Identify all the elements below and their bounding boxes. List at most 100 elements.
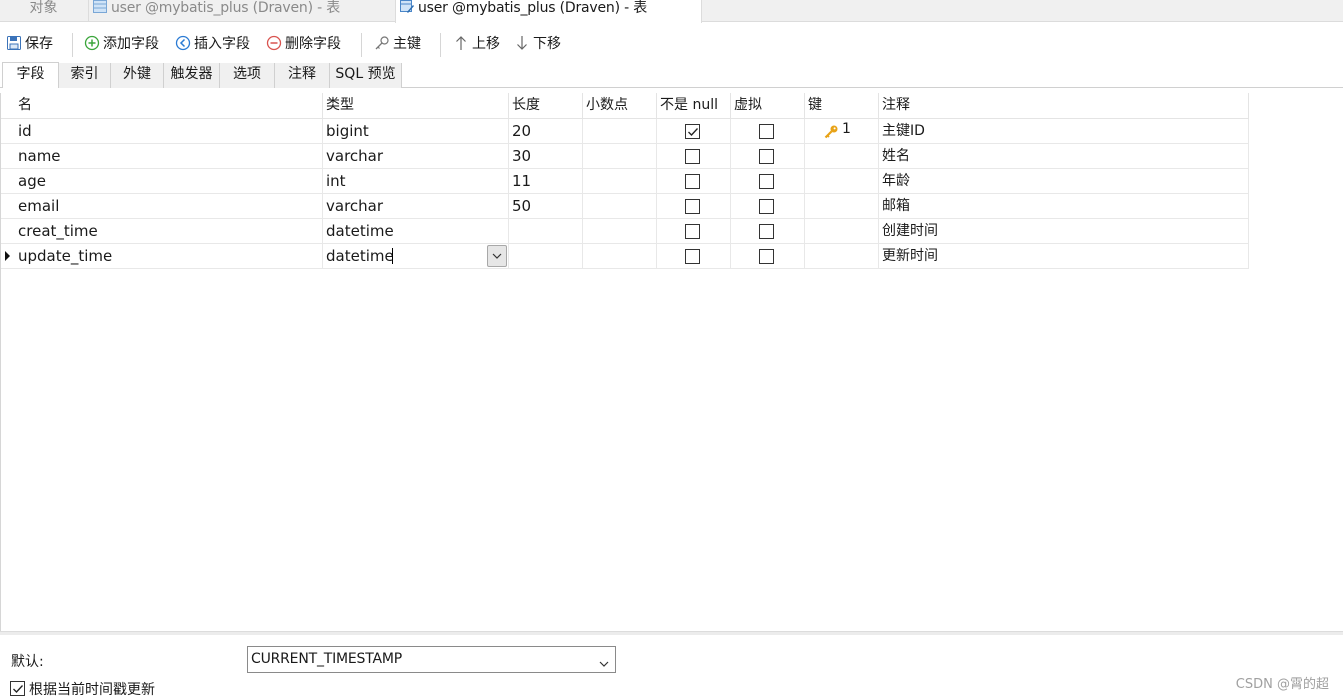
not-null-checkbox[interactable] [685, 149, 700, 164]
field-length-cell[interactable] [509, 219, 583, 244]
key-cell[interactable] [805, 244, 879, 269]
tab-objects-label: 对象 [29, 0, 58, 16]
field-name-cell[interactable]: age [15, 169, 323, 194]
on-update-checkbox[interactable] [10, 681, 25, 696]
grid-header: 名 类型 长度 小数点 不是 null 虚拟 键 注释 [1, 93, 1249, 119]
field-decimals-cell[interactable] [583, 169, 657, 194]
insert-field-button[interactable]: 插入字段 [175, 33, 250, 55]
key-cell[interactable]: 1 [805, 119, 879, 144]
virtual-cell [731, 169, 805, 194]
tab-objects[interactable]: 对象 [0, 0, 87, 22]
column-header-name[interactable]: 名 [15, 93, 323, 119]
field-length-cell[interactable]: 50 [509, 194, 583, 219]
column-header-comment[interactable]: 注释 [879, 93, 1249, 119]
virtual-checkbox[interactable] [759, 249, 774, 264]
save-button[interactable]: 保存 [6, 33, 53, 55]
field-length-cell[interactable]: 30 [509, 144, 583, 169]
tab-user-table-inactive[interactable]: user @mybatis_plus (Draven) - 表 [88, 0, 393, 22]
field-type-cell[interactable]: bigint [323, 119, 509, 144]
tab-sql-preview[interactable]: SQL 预览 [330, 63, 402, 88]
tab-foreign-keys[interactable]: 外键 [111, 63, 164, 88]
field-name-cell[interactable]: creat_time [15, 219, 323, 244]
column-header-type[interactable]: 类型 [323, 93, 509, 119]
field-decimals-cell[interactable] [583, 119, 657, 144]
not-null-checkbox[interactable] [685, 224, 700, 239]
column-header-not-null[interactable]: 不是 null [657, 93, 731, 119]
key-cell[interactable] [805, 169, 879, 194]
tab-comment[interactable]: 注释 [275, 63, 330, 88]
tab-user-table-active-label: user @mybatis_plus (Draven) - 表 [418, 0, 648, 16]
field-name-cell[interactable]: id [15, 119, 323, 144]
key-cell[interactable] [805, 219, 879, 244]
field-type-cell[interactable]: varchar [323, 144, 509, 169]
table-row[interactable]: age int 11 年龄 [1, 169, 1249, 194]
tab-options-label: 选项 [233, 66, 261, 82]
tab-indexes[interactable]: 索引 [59, 63, 111, 88]
field-name-cell[interactable]: name [15, 144, 323, 169]
not-null-checkbox[interactable] [685, 199, 700, 214]
field-type-cell[interactable]: varchar [323, 194, 509, 219]
field-length-cell[interactable]: 20 [509, 119, 583, 144]
key-cell[interactable] [805, 194, 879, 219]
primary-key-button[interactable]: 主键 [374, 33, 421, 55]
field-decimals-cell[interactable] [583, 144, 657, 169]
field-comment-cell[interactable]: 姓名 [879, 144, 1249, 169]
key-cell[interactable] [805, 144, 879, 169]
field-comment-cell[interactable]: 更新时间 [879, 244, 1249, 269]
delete-field-button[interactable]: 删除字段 [266, 33, 341, 55]
move-up-label: 上移 [472, 36, 500, 52]
column-header-virtual[interactable]: 虚拟 [731, 93, 805, 119]
move-up-button[interactable]: 上移 [453, 33, 500, 55]
chevron-down-icon [599, 653, 609, 667]
table-row[interactable]: email varchar 50 邮箱 [1, 194, 1249, 219]
field-type-cell[interactable]: datetime [323, 244, 509, 269]
field-comment-cell[interactable]: 创建时间 [879, 219, 1249, 244]
not-null-checkbox[interactable] [685, 124, 700, 139]
field-type-cell[interactable]: datetime [323, 219, 509, 244]
field-length-cell[interactable] [509, 244, 583, 269]
table-row[interactable]: update_time datetime 更新时间 [1, 244, 1249, 269]
default-value-select[interactable]: CURRENT_TIMESTAMP [247, 646, 616, 673]
default-label: 默认: [11, 654, 44, 670]
table-row[interactable]: id bigint 20 1 主键ID [1, 119, 1249, 144]
tab-comment-label: 注释 [288, 66, 316, 82]
field-comment-cell[interactable]: 邮箱 [879, 194, 1249, 219]
delete-circle-icon [266, 35, 282, 51]
field-name-cell[interactable]: email [15, 194, 323, 219]
field-properties-pane: 默认: CURRENT_TIMESTAMP 根据当前时间戳更新 CSDN @霄的… [0, 635, 1343, 698]
column-header-length[interactable]: 长度 [509, 93, 583, 119]
not-null-cell [657, 244, 731, 269]
toolbar-divider [72, 33, 73, 57]
primary-key-label: 主键 [393, 36, 421, 52]
column-header-key[interactable]: 键 [805, 93, 879, 119]
table-row[interactable]: name varchar 30 姓名 [1, 144, 1249, 169]
on-update-option[interactable]: 根据当前时间戳更新 [10, 679, 155, 699]
virtual-checkbox[interactable] [759, 224, 774, 239]
field-comment-cell[interactable]: 年龄 [879, 169, 1249, 194]
not-null-checkbox[interactable] [685, 174, 700, 189]
insert-field-label: 插入字段 [194, 36, 250, 52]
column-header-decimals[interactable]: 小数点 [583, 93, 657, 119]
tab-user-table-active[interactable]: user @mybatis_plus (Draven) - 表 [395, 0, 702, 23]
tab-fields[interactable]: 字段 [2, 62, 59, 88]
add-field-button[interactable]: 添加字段 [84, 33, 159, 55]
tab-options[interactable]: 选项 [220, 63, 275, 88]
field-decimals-cell[interactable] [583, 244, 657, 269]
virtual-checkbox[interactable] [759, 199, 774, 214]
field-decimals-cell[interactable] [583, 194, 657, 219]
field-comment-cell[interactable]: 主键ID [879, 119, 1249, 144]
not-null-checkbox[interactable] [685, 249, 700, 264]
tab-triggers[interactable]: 触发器 [164, 63, 220, 88]
move-down-button[interactable]: 下移 [514, 33, 561, 55]
add-circle-icon [84, 35, 100, 51]
virtual-checkbox[interactable] [759, 149, 774, 164]
table-row[interactable]: creat_time datetime 创建时间 [1, 219, 1249, 244]
field-length-cell[interactable]: 11 [509, 169, 583, 194]
field-type-cell[interactable]: int [323, 169, 509, 194]
insert-arrow-icon [175, 35, 191, 51]
field-name-cell[interactable]: update_time [15, 244, 323, 269]
virtual-checkbox[interactable] [759, 124, 774, 139]
field-decimals-cell[interactable] [583, 219, 657, 244]
virtual-checkbox[interactable] [759, 174, 774, 189]
type-dropdown-button[interactable] [487, 245, 507, 267]
